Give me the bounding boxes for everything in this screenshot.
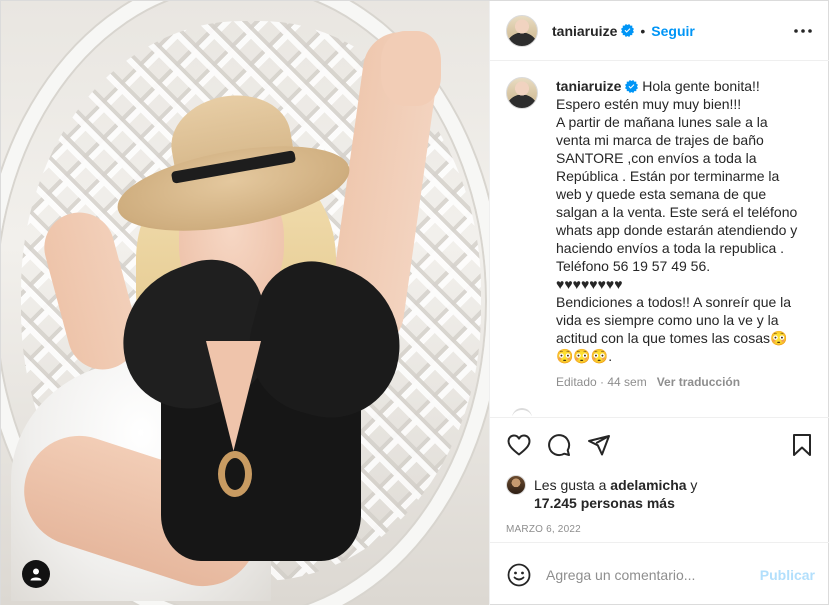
bookmark-icon[interactable]	[789, 432, 815, 458]
post-actions: Les gusta a adelamicha y 17.245 personas…	[490, 417, 829, 535]
likes-prefix: Les gusta a	[534, 477, 611, 493]
post-date: MARZO 6, 2022	[506, 524, 581, 535]
smiley-face-icon[interactable]	[506, 562, 532, 588]
caption-text: Hola gente bonita!! Espero estén muy muy…	[556, 78, 798, 364]
verified-badge-icon	[621, 24, 635, 37]
follow-button[interactable]: Seguir	[651, 23, 695, 39]
post-side-panel: taniaruize • Seguir taniaruize Hola gent…	[489, 1, 829, 605]
header-separator: •	[640, 22, 646, 39]
verified-badge-icon	[625, 80, 639, 93]
action-bar	[506, 432, 815, 458]
caption-author-avatar[interactable]	[506, 77, 538, 109]
paper-plane-icon[interactable]	[586, 432, 612, 458]
edited-timestamp: Editado · 44 sem	[556, 375, 647, 389]
likes-summary: Les gusta a adelamicha y 17.245 personas…	[506, 475, 815, 512]
see-translation-link[interactable]: Ver traducción	[657, 375, 740, 389]
liker-username[interactable]: adelamicha	[610, 477, 686, 493]
author-username[interactable]: taniaruize	[552, 23, 617, 39]
comments-section: taniaruize Hola gente bonita!! Espero es…	[490, 61, 829, 416]
heart-outline-icon[interactable]	[506, 432, 532, 458]
comment-bubble-icon[interactable]	[546, 432, 572, 458]
post-photo[interactable]	[1, 1, 489, 605]
liker-avatar[interactable]	[506, 475, 526, 495]
caption: taniaruize Hola gente bonita!! Espero es…	[506, 77, 815, 391]
likes-conjunction: y	[686, 477, 698, 493]
publish-button[interactable]: Publicar	[760, 567, 815, 583]
next-comment-avatar	[512, 408, 532, 416]
add-comment-bar: Publicar	[490, 542, 829, 605]
author-avatar[interactable]	[506, 14, 538, 47]
swimsuit-buckle	[218, 451, 252, 497]
post-header: taniaruize • Seguir	[490, 1, 829, 61]
caption-username[interactable]: taniaruize	[556, 78, 621, 94]
user-tag-icon[interactable]	[22, 560, 50, 588]
raised-hand	[381, 31, 441, 106]
instagram-post: taniaruize • Seguir taniaruize Hola gent…	[0, 0, 829, 605]
caption-body: taniaruize Hola gente bonita!! Espero es…	[556, 77, 801, 391]
caption-meta: Editado · 44 sem Ver traducción	[556, 373, 801, 391]
more-horizontal-icon[interactable]	[791, 21, 815, 41]
comment-input[interactable]	[546, 566, 760, 583]
likes-count-link[interactable]: 17.245 personas más	[534, 495, 675, 511]
